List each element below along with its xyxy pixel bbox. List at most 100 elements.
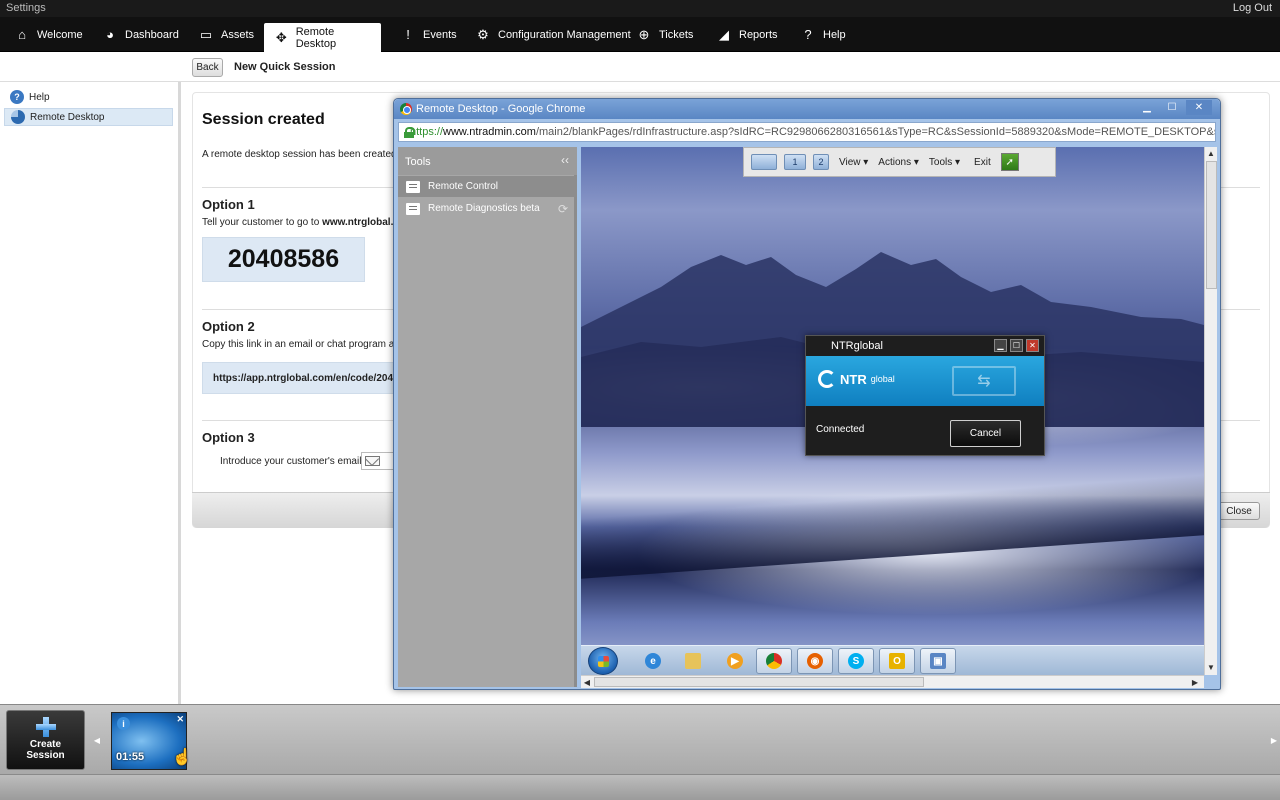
- option1-text: Tell your customer to go to www.ntrgloba…: [202, 217, 393, 228]
- option1-title: Option 1: [202, 197, 255, 212]
- window-titlebar[interactable]: Remote Desktop - Google Chrome ▁ ☐ ✕: [394, 99, 1220, 119]
- outlook-icon[interactable]: O: [879, 648, 915, 674]
- scroll-left-icon[interactable]: ◀: [581, 676, 593, 688]
- active-session-thumbnail[interactable]: i ✕ 01:55 ☝: [111, 712, 192, 770]
- tool-label: Remote Control: [428, 181, 499, 192]
- actions-menu[interactable]: Actions ▾: [878, 157, 919, 168]
- scroll-right-icon[interactable]: ▶: [1189, 676, 1201, 688]
- scroll-right-icon[interactable]: ▶: [1269, 710, 1279, 770]
- windows-start-button[interactable]: [588, 647, 618, 675]
- session-bar: [0, 704, 1280, 774]
- nav-tab-events[interactable]: ! Events: [390, 17, 467, 52]
- connection-status: Connected: [816, 424, 865, 435]
- firefox-icon[interactable]: ◉: [797, 648, 833, 674]
- ie-icon[interactable]: e: [635, 648, 671, 674]
- hand-cursor-icon: ☝: [172, 749, 192, 766]
- lifebuoy-icon: ⊕: [638, 26, 650, 42]
- help-icon: ?: [10, 90, 24, 104]
- tool-remote-control[interactable]: Remote Control: [398, 176, 577, 197]
- forest-ridge: [581, 475, 1204, 579]
- page-title: New Quick Session: [234, 61, 336, 73]
- remote-control-icon: [406, 180, 420, 193]
- close-icon[interactable]: ✕: [1026, 339, 1039, 352]
- info-icon[interactable]: i: [117, 717, 130, 730]
- remote-taskbar: e ▶ ◉ S O ▣: [581, 645, 1204, 675]
- option1-site-link[interactable]: www.ntrglobal.: [322, 217, 393, 228]
- email-label: Introduce your customer's email: [220, 456, 362, 467]
- vertical-scrollbar[interactable]: ▲ ▼: [1204, 147, 1217, 675]
- cancel-button[interactable]: Cancel: [950, 420, 1021, 447]
- option2-title: Option 2: [202, 319, 255, 334]
- scroll-left-icon[interactable]: ◀: [92, 710, 102, 770]
- explorer-icon[interactable]: [675, 648, 711, 674]
- collapse-icon[interactable]: ‹‹: [561, 153, 569, 167]
- remote-screen[interactable]: 1 2 View ▾ Actions ▾ Tools ▾ Exit ➚ NTRg…: [581, 147, 1204, 675]
- tools-header-label: Tools: [405, 156, 431, 168]
- tools-menu[interactable]: Tools ▾: [929, 157, 960, 168]
- top-bar: Settings Log Out: [0, 0, 1280, 17]
- session-timer: 01:55: [116, 751, 145, 763]
- nav-tab-label: Help: [823, 28, 846, 41]
- exit-button[interactable]: Exit: [974, 157, 991, 168]
- monitors-icon[interactable]: [751, 154, 777, 170]
- nav-tab-help[interactable]: ? Help: [790, 17, 856, 52]
- tool-label: Remote Diagnostics beta: [428, 203, 540, 214]
- nav-tab-reports[interactable]: ◢ Reports: [706, 17, 788, 52]
- horizontal-scrollbar[interactable]: ◀ ▶: [581, 675, 1204, 688]
- tools-panel: Tools ‹‹ Remote Control Remote Diagnosti…: [398, 147, 577, 687]
- chart-icon: ◢: [719, 26, 729, 42]
- media-player-icon[interactable]: ▶: [717, 648, 753, 674]
- remote-app-icon[interactable]: ▣: [920, 648, 956, 674]
- address-bar[interactable]: https://www.ntradmin.com/main2/blankPage…: [398, 122, 1216, 142]
- sidebar-item-label: Help: [29, 91, 50, 103]
- logo-text: NTR: [840, 371, 867, 387]
- scroll-up-icon[interactable]: ▲: [1205, 147, 1217, 159]
- main-navigation: ⌂ Welcome ◕ Dashboard ▭ Assets ✥ Remote …: [0, 17, 1280, 53]
- session-created-text: A remote desktop session has been create…: [202, 149, 397, 160]
- refresh-icon[interactable]: ⟳: [558, 202, 568, 216]
- minimize-icon[interactable]: ▁: [994, 339, 1007, 352]
- close-button[interactable]: Close: [1218, 502, 1260, 520]
- ntr-logo-icon: [818, 370, 836, 388]
- monitor-icon: ▭: [199, 26, 213, 42]
- nav-tab-tickets[interactable]: ⊕ Tickets: [626, 17, 703, 52]
- pin-icon[interactable]: ➚: [1000, 153, 1019, 171]
- help-icon: ?: [804, 27, 812, 42]
- chrome-taskbar-icon[interactable]: [756, 648, 792, 674]
- skype-icon[interactable]: S: [838, 648, 874, 674]
- close-icon[interactable]: ✕: [1186, 100, 1212, 115]
- scroll-down-icon[interactable]: ▼: [1205, 661, 1217, 673]
- nav-tab-label: Remote Desktop: [295, 26, 337, 50]
- create-label-line2: Session: [26, 750, 65, 761]
- nav-tab-remote-desktop[interactable]: ✥ Remote Desktop: [264, 23, 381, 53]
- back-button[interactable]: Back: [192, 58, 223, 77]
- maximize-icon[interactable]: ☐: [1159, 100, 1185, 115]
- list-icon: [406, 202, 420, 215]
- scrollbar-thumb[interactable]: [594, 677, 924, 687]
- nav-tab-configuration-management[interactable]: ⚙ Configuration Management: [465, 17, 641, 52]
- close-icon[interactable]: ✕: [176, 714, 184, 725]
- monitor-1-button[interactable]: 1: [784, 154, 806, 170]
- nav-tab-assets[interactable]: ▭ Assets: [188, 17, 264, 52]
- scrollbar-thumb[interactable]: [1206, 161, 1217, 289]
- maximize-icon[interactable]: ☐: [1010, 339, 1023, 352]
- create-session-button[interactable]: Create Session: [6, 710, 85, 770]
- logout-link[interactable]: Log Out: [1233, 2, 1272, 14]
- nav-tab-label: Assets: [221, 28, 255, 41]
- nav-tab-dashboard[interactable]: ◕ Dashboard: [92, 17, 189, 52]
- minimize-icon[interactable]: ▁: [1134, 100, 1160, 115]
- view-menu[interactable]: View ▾: [839, 157, 868, 168]
- sidebar-item-help[interactable]: ? Help: [4, 88, 173, 106]
- nav-tab-welcome[interactable]: ⌂ Welcome: [4, 17, 93, 52]
- tool-remote-diagnostics[interactable]: Remote Diagnostics beta ⟳: [398, 198, 577, 219]
- sidebar-item-remote-desktop[interactable]: Remote Desktop: [4, 108, 173, 126]
- settings-title[interactable]: Settings: [6, 2, 46, 14]
- nav-tab-label: Dashboard: [125, 28, 179, 41]
- remote-desktop-icon: ✥: [275, 30, 287, 45]
- option1-text-prefix: Tell your customer to go to: [202, 217, 320, 228]
- session-link-box[interactable]: https://app.ntrglobal.com/en/code/204: [202, 362, 402, 394]
- url-path: /main2/blankPages/rdInfrastructure.asp?s…: [535, 126, 1216, 138]
- logo-subtext: global: [870, 374, 895, 384]
- monitor-2-button[interactable]: 2: [813, 154, 829, 170]
- option3-title: Option 3: [202, 430, 255, 445]
